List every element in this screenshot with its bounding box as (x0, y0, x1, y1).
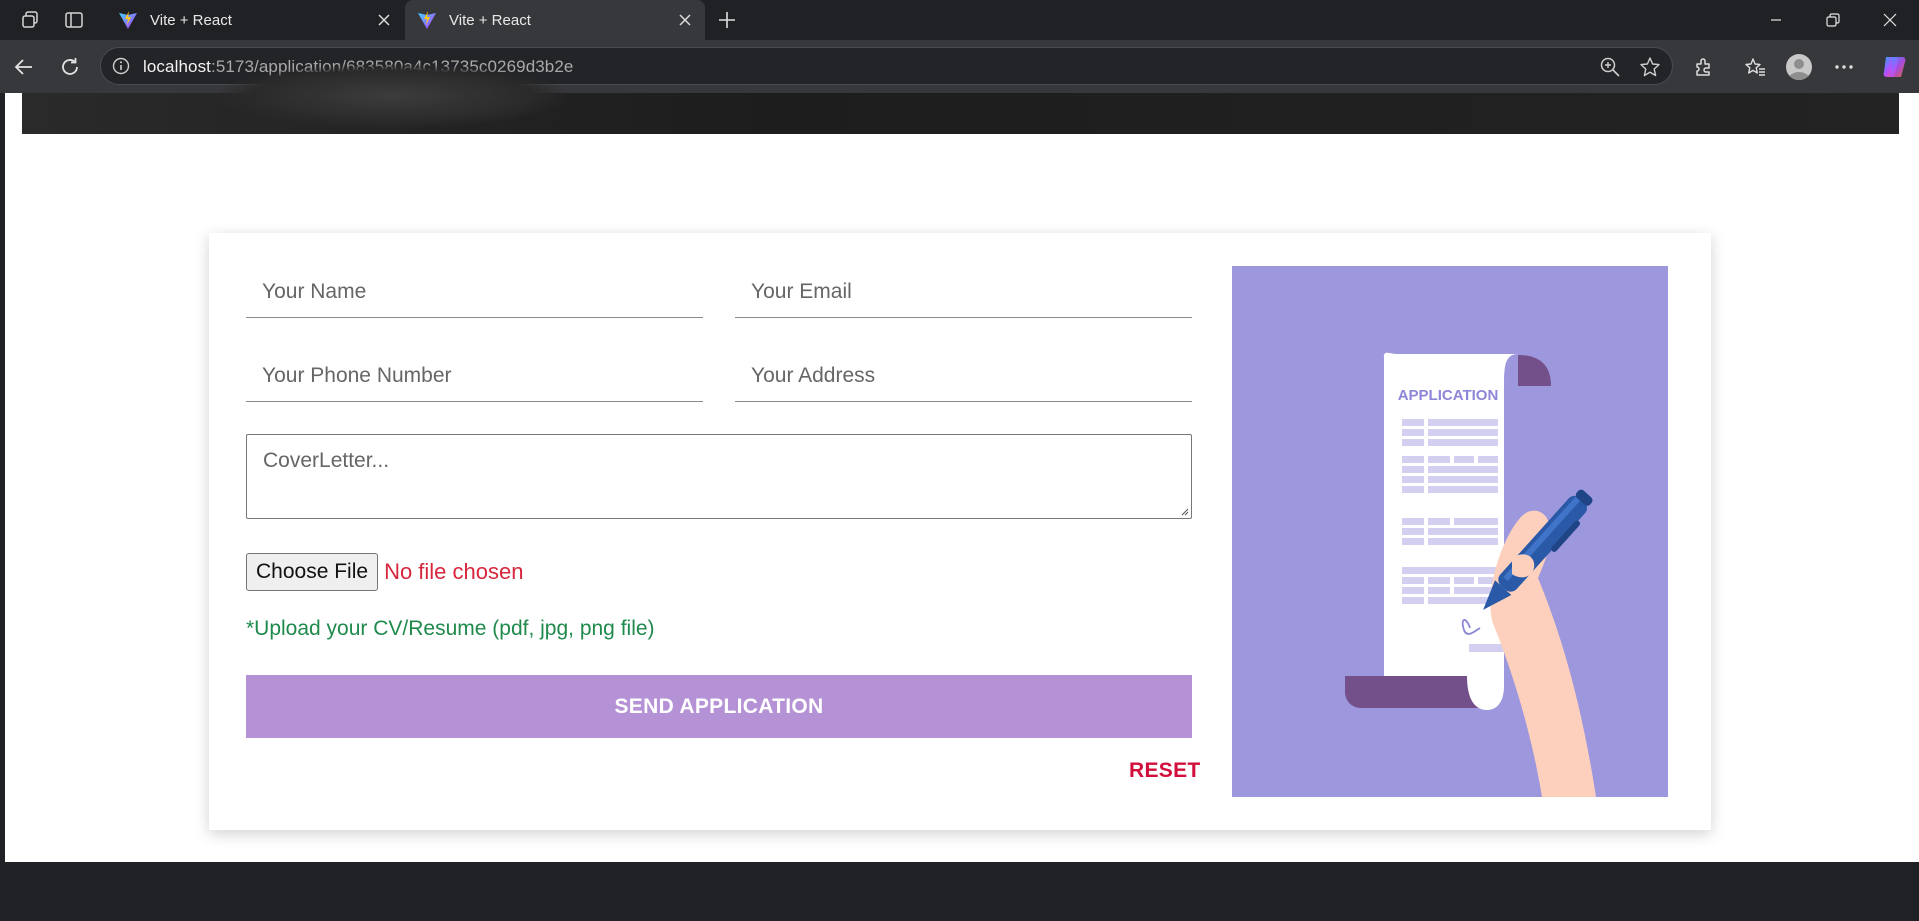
tab-title: Vite + React (150, 11, 232, 29)
vertical-tabs-icon[interactable] (62, 8, 86, 32)
send-application-button[interactable]: SEND APPLICATION (246, 675, 1192, 738)
zoom-icon[interactable] (1599, 56, 1621, 78)
close-tab-icon[interactable] (675, 10, 695, 30)
site-info-icon[interactable] (112, 57, 130, 75)
cover-letter-textarea[interactable] (247, 435, 1191, 518)
application-document-image: APPLICATION (1345, 352, 1596, 797)
email-field[interactable] (735, 266, 1192, 318)
address-input[interactable] (735, 350, 1192, 401)
tab-vite-react-1[interactable]: Vite + React (106, 0, 404, 40)
file-upload-row: Choose File No file chosen (246, 552, 523, 592)
email-input[interactable] (735, 266, 1192, 317)
profile-avatar-icon[interactable] (1784, 52, 1814, 82)
restore-button[interactable] (1805, 0, 1861, 40)
tab-vite-react-2[interactable]: Vite + React (405, 0, 705, 40)
browser-tab-bar: Vite + React Vite + React (0, 0, 1919, 40)
phone-field[interactable] (246, 350, 703, 402)
vite-favicon-icon (418, 11, 436, 29)
back-button[interactable] (10, 53, 38, 81)
application-form-card: Choose File No file chosen *Upload your … (209, 233, 1711, 830)
no-file-chosen-text: No file chosen (384, 559, 524, 584)
reset-button[interactable]: RESET (1129, 759, 1201, 783)
close-tab-icon[interactable] (374, 10, 394, 30)
choose-file-button[interactable]: Choose File (246, 553, 379, 591)
favorite-star-icon[interactable] (1639, 56, 1661, 78)
reload-button[interactable] (56, 53, 84, 81)
copilot-icon[interactable] (1879, 52, 1909, 82)
page-viewport: Choose File No file chosen *Upload your … (5, 63, 1919, 921)
page-footer (5, 862, 1919, 921)
extensions-icon[interactable] (1689, 52, 1719, 82)
tab-title: Vite + React (449, 11, 531, 29)
new-tab-button[interactable] (713, 6, 741, 34)
address-field[interactable] (735, 350, 1192, 402)
name-field[interactable] (246, 266, 703, 318)
header-banner-image (22, 63, 1899, 134)
resize-grip-icon[interactable] (1179, 506, 1189, 516)
favorites-icon[interactable] (1740, 52, 1770, 82)
workspaces-icon[interactable] (18, 8, 42, 32)
name-input[interactable] (246, 266, 703, 317)
application-illustration: APPLICATION (1232, 266, 1668, 797)
vite-favicon-icon (119, 11, 137, 29)
phone-input[interactable] (246, 350, 703, 401)
more-options-icon[interactable] (1829, 52, 1859, 82)
close-window-button[interactable] (1862, 0, 1918, 40)
cover-letter-field[interactable] (246, 434, 1192, 519)
illustration-title: APPLICATION (1398, 387, 1499, 404)
url-host: localhost (143, 57, 211, 76)
minimize-button[interactable] (1748, 0, 1804, 40)
upload-hint-text: *Upload your CV/Resume (pdf, jpg, png fi… (246, 617, 655, 640)
